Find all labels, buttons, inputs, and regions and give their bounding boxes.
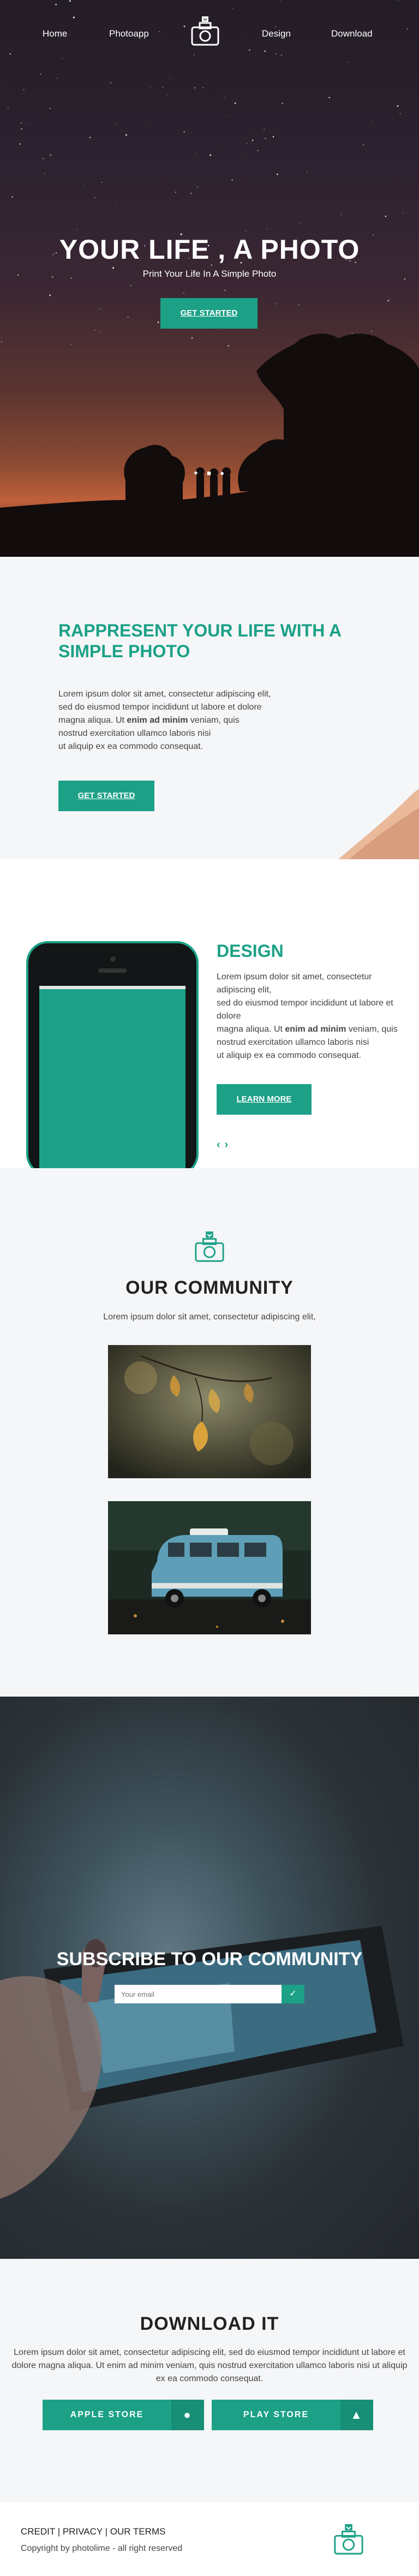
hero-get-started-button[interactable]: GET STARTED [160,298,258,329]
rappresent-get-started-button[interactable]: GET STARTED [58,781,154,811]
rappresent-section: RAPPRESENT YOUR LIFE WITH A SIMPLE PHOTO… [0,557,419,859]
nav-home[interactable]: Home [43,28,67,39]
design-title: DESIGN [217,941,284,961]
social-links: ✦ ■ ● [191,468,230,479]
phone-photo-background [0,1926,404,2199]
apple-icon: ● [171,2400,204,2430]
top-nav: Home Photoapp Design Download [0,0,419,64]
footer-copyright: Copyright by photolime - all right reser… [21,2544,183,2553]
prev-arrow-icon[interactable]: ‹ [217,1139,220,1151]
download-title: DOWNLOAD IT [140,2313,279,2334]
community-section: OUR COMMUNITY Lorem ipsum dolor sit amet… [0,1168,419,1697]
community-subtitle: Lorem ipsum dolor sit amet, consectetur … [103,1312,316,1322]
android-icon: ▲ [340,2400,373,2430]
autumn-leaves-photo[interactable] [108,1345,311,1478]
vintage-van-photo[interactable] [108,1501,311,1634]
check-icon: ✓ [289,1989,297,1998]
hero-section: Home Photoapp Design Download YOUR LIFE … [0,0,419,557]
slider-arrows: ‹ › [217,1139,232,1151]
play-store-label: PLAY STORE [243,2410,309,2419]
subscribe-submit-button[interactable]: ✓ [282,1985,304,2003]
email-input[interactable] [115,1985,282,2003]
download-section: DOWNLOAD IT Lorem ipsum dolor sit amet, … [0,2259,419,2502]
play-store-button[interactable]: PLAY STORE ▲ [212,2400,373,2430]
linkedin-icon[interactable]: ■ [204,468,214,478]
subscribe-title: SUBSCRIBE TO OUR COMMUNITY [56,1949,363,1970]
design-section: DESIGN Lorem ipsum dolor sit amet, conse… [0,859,419,1168]
phone-speaker [98,968,127,973]
hero-subtitle: Print Your Life In A Simple Photo [142,269,277,279]
rappresent-title: RAPPRESENT YOUR LIFE WITH A SIMPLE PHOTO [58,621,341,661]
hand-image [338,789,419,859]
twitter-icon[interactable]: ✦ [191,468,201,478]
tree-silhouette [0,334,419,557]
rappresent-body: Lorem ipsum dolor sit amet, consectetur … [58,689,271,751]
footer: CREDIT | PRIVACY | OUR TERMS Copyright b… [0,2502,419,2576]
next-arrow-icon[interactable]: › [225,1139,229,1151]
nav-download[interactable]: Download [331,28,373,39]
subscribe-section: SUBSCRIBE TO OUR COMMUNITY ✓ [0,1697,419,2259]
apple-store-button[interactable]: APPLE STORE ● [43,2400,204,2430]
phone-camera [110,956,116,962]
camera-heart-icon [195,1232,224,1262]
phone-screen [39,989,185,1168]
camera-heart-logo-icon[interactable] [189,15,222,48]
design-body: Lorem ipsum dolor sit amet, consectetur … [217,972,398,1060]
apple-store-label: APPLE STORE [70,2410,144,2419]
phone-mockup [26,941,199,1168]
camera-heart-logo-icon [334,2524,363,2555]
download-body: Lorem ipsum dolor sit amet, consectetur … [11,2348,408,2383]
learn-more-button[interactable]: LEARN MORE [217,1084,312,1115]
hero-title: YOUR LIFE , A PHOTO [59,234,360,265]
pinterest-icon[interactable]: ● [217,468,227,478]
subscribe-form: ✓ [115,1985,304,2003]
nav-photoapp[interactable]: Photoapp [109,28,149,39]
footer-links[interactable]: CREDIT | PRIVACY | OUR TERMS [21,2526,165,2537]
community-title: OUR COMMUNITY [125,1277,294,1298]
nav-design[interactable]: Design [262,28,291,39]
